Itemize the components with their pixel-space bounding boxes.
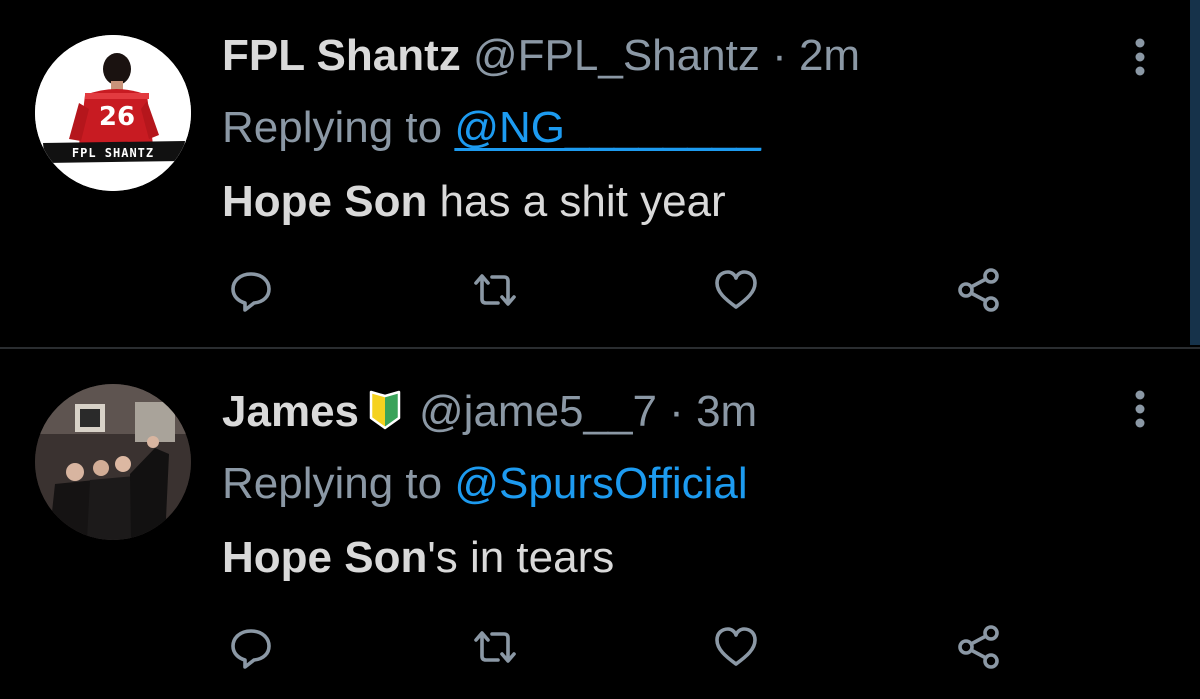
like-button[interactable] [711, 265, 761, 315]
retweet-icon [474, 631, 516, 663]
share-icon [958, 625, 999, 669]
retweet-button[interactable] [470, 265, 520, 315]
retweet-icon [474, 274, 516, 306]
user-handle[interactable]: @jame5__7 [419, 387, 657, 436]
timestamp[interactable]: 2m [799, 31, 860, 80]
tweet-header: James @jame5__7 · 3m [222, 386, 757, 438]
reply-button[interactable] [226, 622, 276, 672]
heart-icon [715, 270, 757, 309]
retweet-button[interactable] [470, 622, 520, 672]
tweet[interactable]: 26 FPL SHANTZ FPL Shantz @FPL_Shantz · 2… [0, 0, 1200, 347]
replying-to-label: Replying to [222, 103, 455, 152]
separator: · [669, 387, 684, 436]
like-button[interactable] [711, 622, 761, 672]
reply-icon [231, 629, 271, 669]
reply-button[interactable] [226, 265, 276, 315]
action-bar [0, 265, 1200, 315]
replying-to-mention[interactable]: @NG________ [454, 103, 760, 152]
tweet-text-bold: Hope Son [222, 533, 428, 582]
reply-icon [231, 272, 271, 312]
tweet[interactable]: James @jame5__7 · 3m Replying to @SpursO… [0, 349, 1200, 699]
replying-to-mention[interactable]: @SpursOfficial [454, 459, 747, 508]
tweet-text-bold: Hope Son [222, 177, 428, 226]
avatar-banner-text: FPL SHANTZ [72, 146, 154, 160]
user-handle[interactable]: @FPL_Shantz [473, 31, 760, 80]
more-options-icon[interactable] [1128, 389, 1152, 429]
share-button[interactable] [954, 622, 1004, 672]
tweet-text-rest: has a shit year [427, 177, 726, 226]
avatar-image: 26 FPL SHANTZ [35, 35, 191, 191]
tweet-text: Hope Son's in tears [222, 532, 614, 584]
tweet-text-rest: 's in tears [427, 533, 615, 582]
jersey-number: 26 [99, 102, 135, 132]
replying-to-label: Replying to [222, 459, 455, 508]
avatar[interactable] [35, 384, 191, 540]
display-name[interactable]: FPL Shantz [222, 31, 461, 80]
tweet-text: Hope Son has a shit year [222, 176, 726, 228]
separator: · [772, 31, 787, 80]
action-bar [0, 622, 1200, 672]
display-name[interactable]: James [222, 387, 359, 436]
tweet-header: FPL Shantz @FPL_Shantz · 2m [222, 30, 860, 82]
beginner-badge-icon [369, 390, 401, 430]
avatar[interactable]: 26 FPL SHANTZ [35, 35, 191, 191]
avatar-image [35, 384, 191, 540]
replying-to-line: Replying to @NG________ [222, 102, 761, 154]
more-options-icon[interactable] [1128, 37, 1152, 77]
share-button[interactable] [954, 265, 1004, 315]
replying-to-line: Replying to @SpursOfficial [222, 458, 748, 510]
heart-icon [715, 627, 757, 666]
share-icon [958, 268, 999, 312]
timestamp[interactable]: 3m [696, 387, 757, 436]
